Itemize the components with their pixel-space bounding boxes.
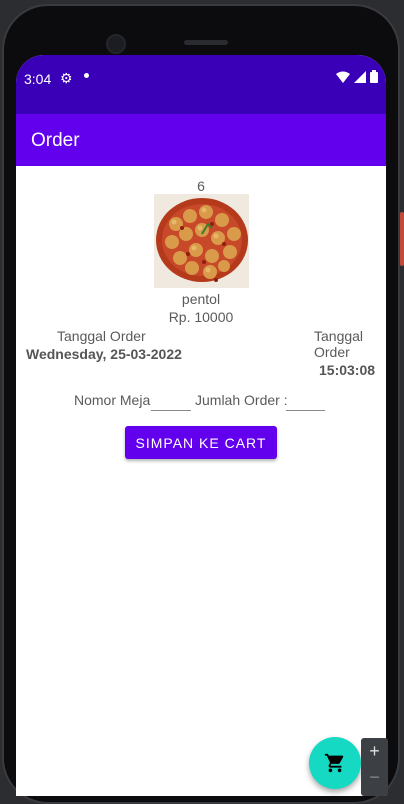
order-date-value: Wednesday, 25-03-2022 [26, 346, 182, 362]
order-time-label: Tanggal Order [314, 328, 364, 360]
order-form: 6 pentol Rp. 10000 Tanggal Order Wednesd… [16, 166, 386, 796]
quantity-input[interactable] [286, 388, 325, 411]
order-time-value: 15:03:08 [319, 362, 376, 378]
table-number-label: Nomor Meja [74, 392, 151, 408]
status-time: 3:04 [24, 71, 52, 87]
notification-dot-icon [84, 73, 89, 78]
device-screen: 3:04 ⚙ Order 6 pentol Rp. 10000 Tanggal … [16, 55, 386, 796]
emulator-zoom-controls: + − [361, 738, 388, 796]
food-image [154, 194, 249, 288]
app-bar: Order [16, 114, 386, 166]
food-name: pentol [181, 291, 221, 307]
cart-fab-button[interactable] [309, 737, 361, 789]
camera [106, 34, 126, 54]
wifi-icon [336, 71, 350, 83]
order-date-label: Tanggal Order [57, 328, 146, 344]
page-title: Order [31, 130, 80, 151]
status-bar: 3:04 ⚙ [16, 55, 386, 114]
settings-icon: ⚙ [60, 70, 73, 86]
quantity-label: Jumlah Order : [195, 392, 288, 408]
signal-icon [354, 70, 366, 83]
table-number-input[interactable] [151, 388, 191, 411]
zoom-in-button[interactable]: + [361, 738, 388, 764]
food-price: Rp. 10000 [168, 309, 234, 325]
device-side-button[interactable] [400, 212, 404, 266]
cart-icon [324, 753, 344, 773]
status-icons [336, 70, 378, 83]
battery-icon [370, 70, 378, 83]
zoom-out-button[interactable]: − [361, 764, 388, 790]
speaker [184, 40, 228, 45]
save-to-cart-button[interactable]: SIMPAN KE CART [125, 426, 277, 459]
item-id: 6 [197, 178, 205, 194]
